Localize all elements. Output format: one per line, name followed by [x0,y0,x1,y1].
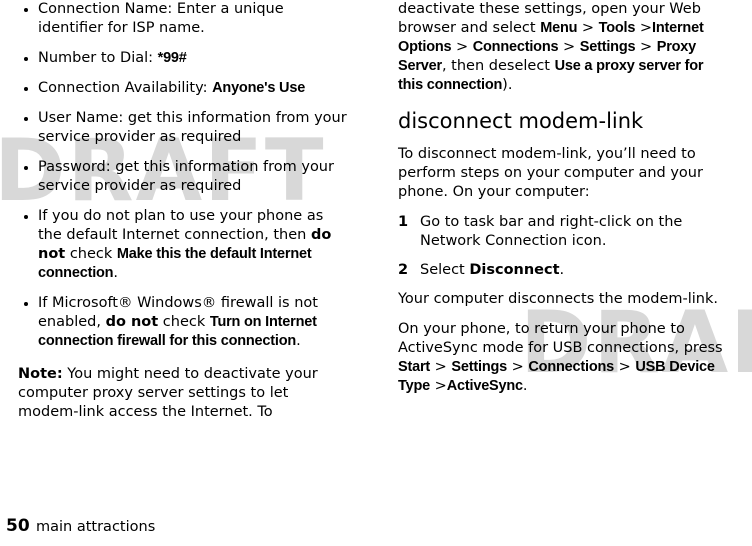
text-run: Disconnect [469,262,560,278]
text-run: do not [105,314,159,330]
text-run: > [614,359,636,375]
text-run: check [158,314,210,330]
section-heading: disconnect modem-link [398,109,644,133]
step-text: Go to task bar and right-click on the Ne… [420,214,682,249]
text-run: User Name: get this information from you… [38,110,347,145]
text-run: Anyone's Use [212,80,306,96]
text-run: Settings [451,359,508,375]
text-run: If you do not plan to use your phone as … [38,208,324,243]
left-column: Connection Name: Enter a unique identifi… [18,0,350,433]
text-run: Settings [579,39,636,55]
text-run: Menu [540,20,578,36]
text-run: Select [420,262,470,278]
text-run: ). [502,77,513,93]
note-text: You might need to deactivate your comput… [18,366,318,420]
text-run: > [429,378,447,394]
text-run: *99# [157,50,187,66]
page-columns: Connection Name: Enter a unique identifi… [0,0,752,506]
paragraph-phone-activesync: On your phone, to return your phone to A… [398,320,730,396]
text-run: , then deselect [441,58,555,74]
text-run: > [451,39,473,55]
bullet-item: Number to Dial: *99# [18,49,350,68]
text-run: Go to task bar and right-click on the Ne… [420,214,683,249]
text-run: > [635,39,657,55]
text-run: check [65,246,117,262]
right-column: deactivate these settings, open your Web… [398,0,730,407]
manual-page: DRAFT DRAFT Connection Name: Enter a uni… [0,0,752,546]
text-run: ActiveSync [446,378,523,394]
text-run: On your phone, to return your phone to A… [398,321,723,356]
text-run: . [296,333,301,349]
bullet-item: Connection Availability: Anyone's Use [18,79,350,98]
text-run: > [577,20,599,36]
page-footer: 50 main attractions [0,512,752,538]
note-paragraph: Note: You might need to deactivate your … [18,365,350,422]
text-run: Connection Availability: [38,80,213,96]
text-run: > [430,359,452,375]
text-run: . [559,262,565,278]
text-run: . [522,378,528,394]
text-run: Connections [528,359,615,375]
text-run: Connection Name: Enter a unique identifi… [38,1,284,36]
text-run: Tools [598,20,636,36]
bullet-item: User Name: get this information from you… [18,109,350,147]
text-run: Connections [472,39,559,55]
step-number: 2 [398,262,409,278]
page-number: 50 [6,516,30,536]
step-number: 1 [398,214,409,230]
paragraph-computer-disconnects: Your computer disconnects the modem-link… [398,291,718,307]
step-text: Select Disconnect. [420,262,564,278]
text-run: > [558,39,580,55]
text-run: . [113,265,118,281]
bullet-item: Connection Name: Enter a unique identifi… [18,0,350,38]
bullet-item: If Microsoft® Windows® firewall is not e… [18,294,350,351]
settings-bullet-list: Connection Name: Enter a unique identifi… [18,0,350,351]
text-run: > [507,359,529,375]
text-run: > [635,20,653,36]
step-item: 1 Go to task bar and right-click on the N… [398,213,730,251]
text-run: Password: get this information from your… [38,159,334,194]
bullet-item: If you do not plan to use your phone as … [18,207,350,283]
step-item: 2 Select Disconnect. [398,261,730,280]
note-label: Note: [18,366,63,382]
text-run: Number to Dial: [38,50,158,66]
bullet-item: Password: get this information from your… [18,158,350,196]
intro-paragraph: deactivate these settings, open your Web… [398,0,730,95]
paragraph-disconnect-intro: To disconnect modem-link, you’ll need to… [398,146,703,200]
footer-section-title: main attractions [36,519,156,535]
steps-list: 1 Go to task bar and right-click on the N… [398,213,730,280]
text-run: Start [398,359,431,375]
